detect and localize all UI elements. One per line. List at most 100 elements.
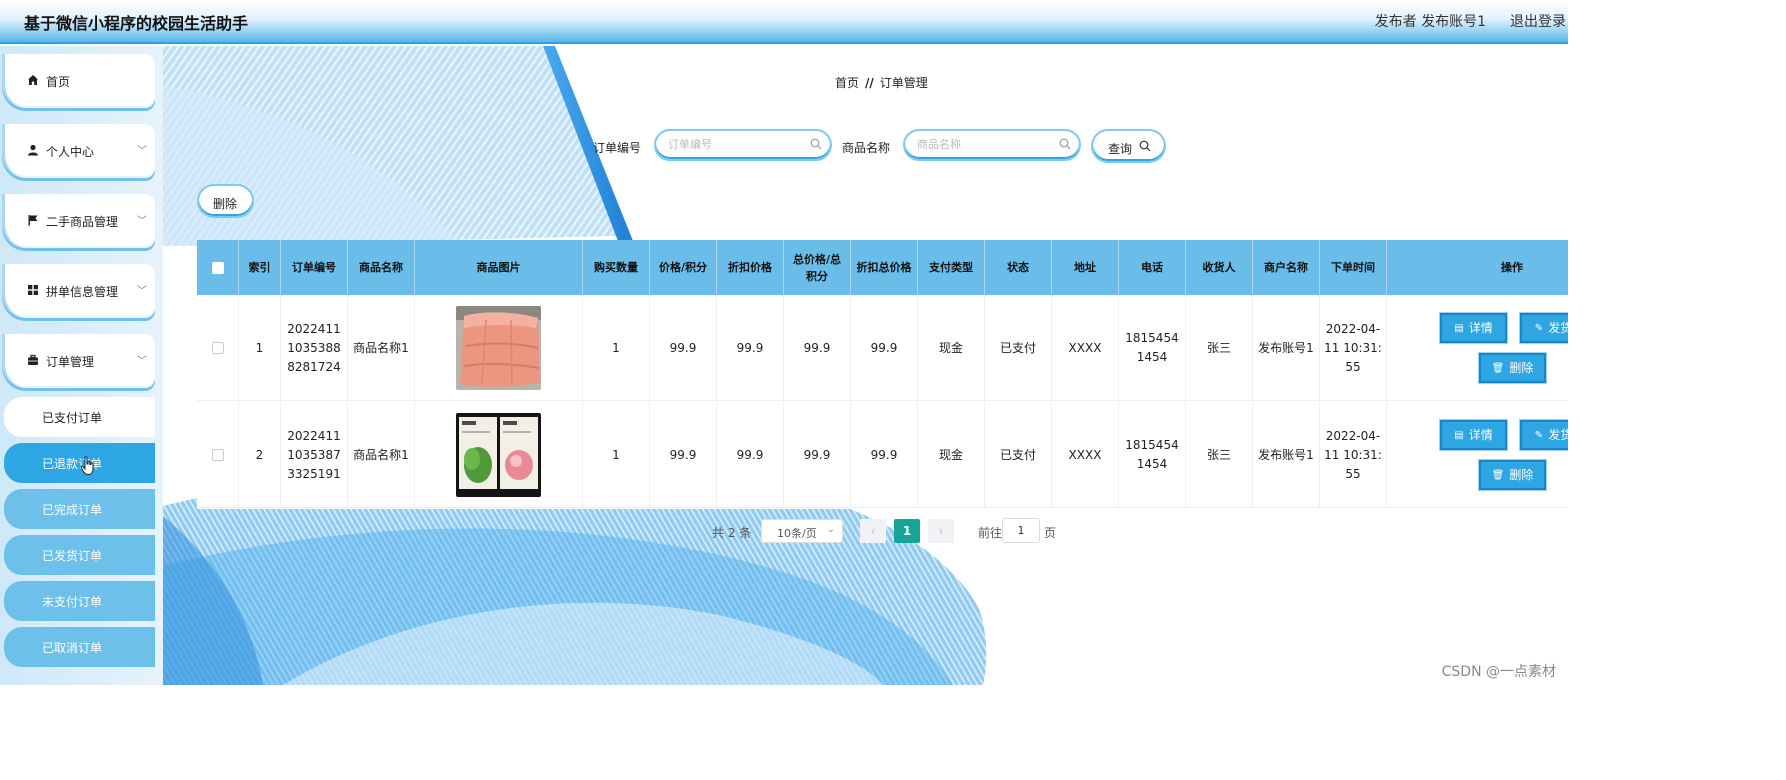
order-time-text: 2022-04-11 10:31:55 <box>1324 321 1382 374</box>
subitem-label: 已发货订单 <box>42 549 103 563</box>
phone-text: 18154541454 <box>1125 438 1179 471</box>
select-all-cell <box>197 240 239 295</box>
trash-icon: 🗑 <box>1491 469 1505 481</box>
sidebar-item-personal[interactable]: 个人中心 ﹀ <box>2 124 155 178</box>
sidebar-item-label: 二手商品管理 <box>46 215 119 229</box>
home-icon <box>27 74 39 86</box>
breadcrumb-home[interactable]: 首页 <box>835 76 859 90</box>
order-no-label: 订单编号 <box>593 141 642 155</box>
flag-icon <box>27 214 39 226</box>
subitem-shipped-orders[interactable]: 已发货订单 <box>4 535 155 575</box>
col-discount-price: 折扣价格 <box>717 240 784 295</box>
ship-button-label: 发货 <box>1548 320 1568 335</box>
cell-address: XXXX <box>1052 295 1119 401</box>
product-name-label: 商品名称 <box>842 141 891 155</box>
document-icon: ▤ <box>1454 429 1464 441</box>
sidebar-item-home[interactable]: 首页 <box>2 54 155 108</box>
logout-link[interactable]: 退出登录 <box>1510 11 1566 31</box>
document-icon: ▤ <box>1454 322 1464 334</box>
goto-page-input[interactable]: 1 <box>1002 518 1040 543</box>
pagination-total: 共 2 条 <box>712 526 752 540</box>
order-no-field <box>654 129 832 161</box>
cell-quantity: 1 <box>583 402 650 508</box>
col-discount-total: 折扣总价格 <box>851 240 918 295</box>
order-no-input[interactable] <box>668 138 808 151</box>
col-index: 索引 <box>239 240 281 295</box>
subitem-cancelled-orders[interactable]: 已取消订单 <box>4 627 155 667</box>
cell-index: 1 <box>239 295 281 401</box>
goto-prefix: 前往 <box>978 526 1003 540</box>
cell-order-no: 20224111035388 8281724 <box>281 295 348 401</box>
subitem-paid-orders[interactable]: 已支付订单 <box>4 397 155 437</box>
product-name-input[interactable] <box>917 138 1057 151</box>
col-price: 价格/积分 <box>650 240 717 295</box>
ship-button[interactable]: ✎ 发货 <box>1520 313 1568 343</box>
product-name-text: 商品名称1 <box>353 340 409 355</box>
grid-icon <box>27 284 39 296</box>
ship-button[interactable]: ✎ 发货 <box>1520 420 1568 450</box>
orders-table: 索引 订单编号 商品名称 商品图片 购买数量 价格/积分 折扣价格 总价格/总积… <box>197 240 1568 509</box>
next-page-button[interactable]: › <box>928 519 954 543</box>
cell-discount-price: 99.9 <box>717 295 784 401</box>
product-image-facemask[interactable] <box>456 413 541 497</box>
search-icon <box>1059 138 1071 153</box>
cell-merchant: 发布账号1 <box>1253 295 1320 401</box>
detail-button[interactable]: ▤ 详情 <box>1440 420 1507 450</box>
cell-receiver: 张三 <box>1186 295 1253 401</box>
select-all-checkbox[interactable] <box>211 261 224 274</box>
cell-discount-price: 99.9 <box>717 402 784 508</box>
cell-order-time: 2022-04-11 10:31:55 <box>1320 402 1387 508</box>
ship-button-label: 发货 <box>1548 427 1568 442</box>
batch-delete-button[interactable]: 删除 <box>197 184 254 218</box>
page-number-button[interactable]: 1 <box>894 519 920 543</box>
col-address: 地址 <box>1052 240 1119 295</box>
cell-phone: 18154541454 <box>1119 402 1186 508</box>
merchant-text: 发布账号1 <box>1258 340 1314 355</box>
col-quantity: 购买数量 <box>583 240 650 295</box>
cell-actions: ▤ 详情 ✎ 发货 🗑 删除 <box>1387 402 1568 508</box>
delete-button[interactable]: 🗑 删除 <box>1479 353 1546 383</box>
detail-button[interactable]: ▤ 详情 <box>1440 313 1507 343</box>
sidebar-item-label: 订单管理 <box>46 355 95 369</box>
prev-page-button[interactable]: ‹ <box>860 519 886 543</box>
cell-address: XXXX <box>1052 402 1119 508</box>
breadcrumb-separator: // <box>865 76 874 90</box>
batch-delete-label: 删除 <box>213 197 238 211</box>
sidebar-item-secondhand[interactable]: 二手商品管理 ﹀ <box>2 194 155 248</box>
edit-icon: ✎ <box>1534 322 1544 334</box>
trash-icon: 🗑 <box>1491 362 1505 374</box>
cell-order-no: 20224111035387 3325191 <box>281 402 348 508</box>
subitem-completed-orders[interactable]: 已完成订单 <box>4 489 155 529</box>
sidebar-item-orders[interactable]: 订单管理 ﹀ <box>2 334 155 388</box>
cell-discount-total: 99.9 <box>851 295 918 401</box>
cell-index: 2 <box>239 402 281 508</box>
sidebar: 首页 个人中心 ﹀ 二手商品管理 ﹀ 拼单信息管理 ﹀ 订单管理 ﹀ 已支付订单… <box>0 46 163 685</box>
chevron-left-icon: ‹ <box>870 524 876 538</box>
subitem-unpaid-orders[interactable]: 未支付订单 <box>4 581 155 621</box>
col-receiver: 收货人 <box>1186 240 1253 295</box>
order-no-text: 20224111035388 8281724 <box>287 321 341 374</box>
sidebar-item-groupbuy[interactable]: 拼单信息管理 ﹀ <box>2 264 155 318</box>
detail-button-label: 详情 <box>1468 320 1493 335</box>
cell-price: 99.9 <box>650 402 717 508</box>
cell-total-price: 99.9 <box>784 402 851 508</box>
page-size-select[interactable]: 10条/页 ⌄ <box>761 519 843 543</box>
chevron-down-icon: ﹀ <box>137 286 147 297</box>
cell-order-time: 2022-04-11 10:31:55 <box>1320 295 1387 401</box>
chevron-right-icon: › <box>938 524 944 538</box>
row-checkbox[interactable] <box>211 342 224 354</box>
subitem-label: 已支付订单 <box>42 411 103 425</box>
subitem-refunded-orders[interactable]: 已退款订单 <box>4 443 155 483</box>
watermark: CSDN @一点素材 <box>1441 664 1556 680</box>
col-product-image: 商品图片 <box>415 240 583 295</box>
query-button[interactable]: 查询 <box>1091 129 1166 163</box>
product-image-blanket[interactable] <box>456 306 541 390</box>
col-total-price: 总价格/总积分 <box>784 240 851 295</box>
sidebar-item-label: 个人中心 <box>46 145 95 159</box>
col-status: 状态 <box>985 240 1052 295</box>
cell-product-name: 商品名称1 <box>348 295 415 401</box>
delete-button[interactable]: 🗑 删除 <box>1479 460 1546 490</box>
row-checkbox[interactable] <box>211 449 224 461</box>
product-name-field <box>903 129 1081 161</box>
col-product-name: 商品名称 <box>348 240 415 295</box>
